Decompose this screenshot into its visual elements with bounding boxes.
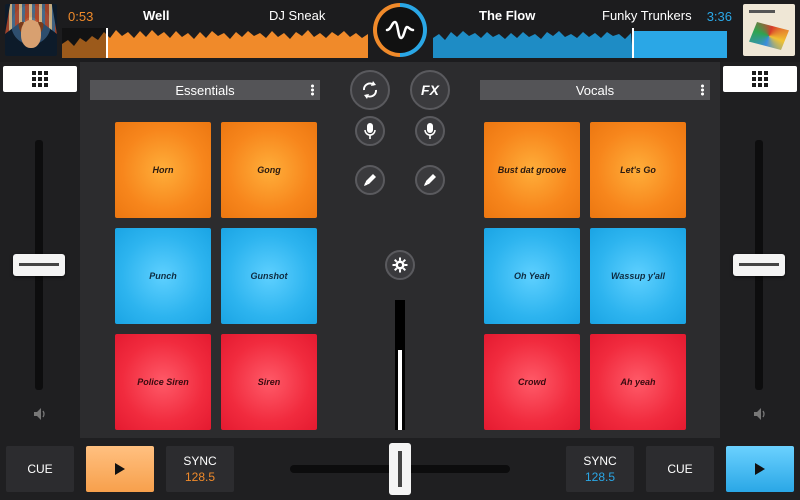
cue-label-left: CUE: [27, 462, 53, 476]
sample-pad[interactable]: Gong: [221, 122, 317, 218]
bpm-left: 128.5: [184, 470, 216, 484]
play-button-left[interactable]: [86, 446, 154, 492]
right-side-panel: [720, 62, 800, 438]
album-art-left[interactable]: [5, 4, 57, 56]
grid-icon: [32, 71, 48, 87]
mic-icon: [424, 123, 436, 139]
cue-button-right[interactable]: CUE: [646, 446, 714, 492]
play-icon: [755, 463, 765, 475]
sample-pad[interactable]: Horn: [115, 122, 211, 218]
waveform-left[interactable]: [62, 28, 368, 58]
level-fill: [398, 350, 402, 430]
sample-pad[interactable]: Ah yeah: [590, 334, 686, 430]
sync-label-left: SYNC: [183, 454, 217, 468]
crossfader-handle[interactable]: [389, 443, 411, 495]
kebab-menu-icon: [701, 84, 704, 96]
cue-button-left[interactable]: CUE: [6, 446, 74, 492]
loop-icon: [363, 81, 377, 99]
top-bar: 0:53 Well DJ Sneak The Flow Funky Trunke…: [0, 0, 800, 62]
speaker-icon[interactable]: [752, 406, 768, 422]
sample-pad[interactable]: Oh Yeah: [484, 228, 580, 324]
volume-fader-handle-left[interactable]: [13, 254, 65, 276]
time-right: 3:36: [706, 9, 732, 24]
sample-pad[interactable]: Police Siren: [115, 334, 211, 430]
left-side-panel: [0, 62, 80, 438]
cue-label-right: CUE: [667, 462, 693, 476]
logo-icon: [377, 7, 423, 53]
grid-button-left[interactable]: [3, 66, 77, 92]
pencil-icon: [364, 174, 376, 186]
sample-pad[interactable]: Crowd: [484, 334, 580, 430]
sample-pad[interactable]: Gunshot: [221, 228, 317, 324]
track-artist-left: DJ Sneak: [269, 8, 326, 23]
waveform-right[interactable]: [433, 28, 727, 58]
app-logo[interactable]: [373, 3, 427, 57]
mic-button-right[interactable]: [415, 116, 445, 146]
kebab-menu-icon: [311, 84, 314, 96]
album-text-art: [749, 10, 775, 13]
sync-button-left[interactable]: SYNC 128.5: [166, 446, 234, 492]
sample-pad[interactable]: Siren: [221, 334, 317, 430]
time-left: 0:53: [68, 9, 94, 24]
bpm-right: 128.5: [584, 470, 616, 484]
track-title-right: The Flow: [479, 8, 536, 23]
play-button-right[interactable]: [726, 446, 794, 492]
edit-button-right[interactable]: [415, 165, 445, 195]
fx-button[interactable]: FX: [410, 70, 450, 110]
face-art: [21, 20, 41, 48]
edit-button-left[interactable]: [355, 165, 385, 195]
grid-icon: [752, 71, 768, 87]
gear-icon: [392, 257, 408, 273]
master-level-meter: [395, 300, 405, 430]
track-artist-right: Funky Trunkers: [602, 8, 692, 23]
settings-button[interactable]: [385, 250, 415, 280]
pad-bank-selector-right[interactable]: Vocals: [480, 80, 710, 100]
fx-label: FX: [421, 82, 439, 98]
sync-button-right[interactable]: SYNC 128.5: [566, 446, 634, 492]
sync-label-right: SYNC: [583, 454, 617, 468]
dj-app: 0:53 Well DJ Sneak The Flow Funky Trunke…: [0, 0, 800, 500]
sample-pad[interactable]: Bust dat groove: [484, 122, 580, 218]
volume-fader-handle-right[interactable]: [733, 254, 785, 276]
grid-button-right[interactable]: [723, 66, 797, 92]
album-art-right[interactable]: [743, 4, 795, 56]
pad-bank-label-right: Vocals: [575, 82, 615, 98]
sample-pad[interactable]: Let's Go: [590, 122, 686, 218]
sample-pad[interactable]: Wassup y'all: [590, 228, 686, 324]
mic-icon: [364, 123, 376, 139]
pad-bank-selector-left[interactable]: Essentials: [90, 80, 320, 100]
loop-button[interactable]: [350, 70, 390, 110]
pencil-icon: [424, 174, 436, 186]
speaker-icon[interactable]: [32, 406, 48, 422]
track-title-left: Well: [143, 8, 170, 23]
mic-button-left[interactable]: [355, 116, 385, 146]
album-shape-art: [749, 22, 789, 50]
play-icon: [115, 463, 125, 475]
sample-pad[interactable]: Punch: [115, 228, 211, 324]
pad-bank-label-left: Essentials: [175, 82, 235, 98]
